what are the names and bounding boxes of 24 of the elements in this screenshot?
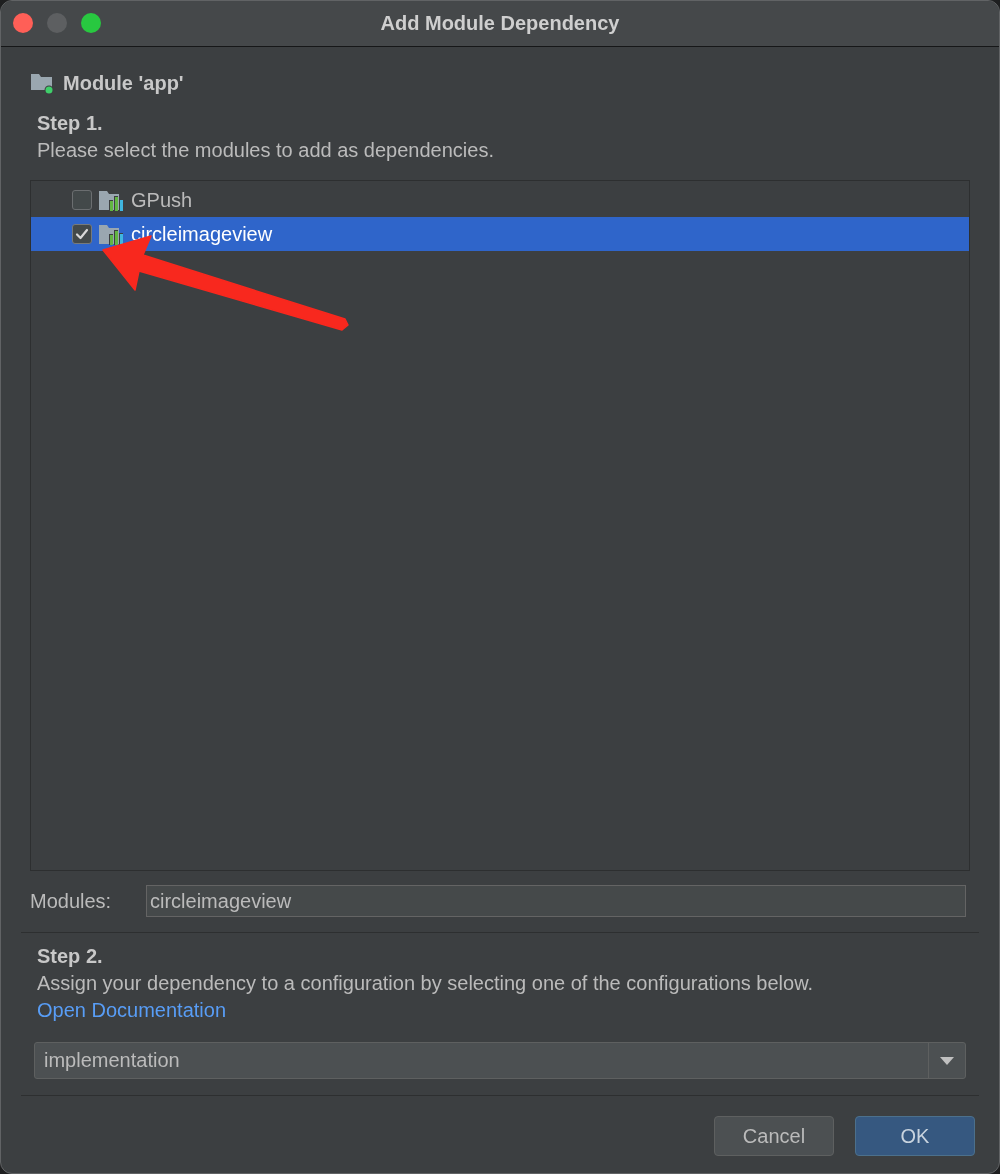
step-description: Please select the modules to add as dependencies. <box>37 138 495 163</box>
caret-down-icon <box>940 1056 954 1065</box>
folder-status-icon <box>30 71 54 95</box>
folder-chart-icon <box>99 188 125 212</box>
module-row[interactable]: GPush <box>31 183 969 217</box>
module-name: GPush <box>131 188 193 212</box>
module-label: Module 'app' <box>63 71 184 95</box>
window-control-icon[interactable] <box>81 13 101 33</box>
configuration-dropdown[interactable]: implementation <box>34 1042 966 1079</box>
modules-label: Modules: <box>30 889 113 913</box>
ok-button[interactable]: OK <box>855 1116 975 1156</box>
folder-chart-icon <box>99 222 125 246</box>
step-heading: Step 1. <box>37 111 104 136</box>
close-icon[interactable] <box>13 13 33 33</box>
module-row[interactable]: circleimageview <box>31 217 969 251</box>
step-description: Assign your dependency to a configuration by selecting one of the configurations below. <box>37 971 815 996</box>
cancel-button[interactable]: Cancel <box>714 1116 834 1156</box>
window-title: Add Module Dependency <box>380 12 620 35</box>
checkbox[interactable] <box>72 224 92 244</box>
module-name: circleimageview <box>131 222 273 246</box>
checkbox[interactable] <box>72 190 92 210</box>
documentation-link[interactable]: Open Documentation <box>37 999 226 1021</box>
step-heading: Step 2. <box>37 944 104 969</box>
modules-field[interactable]: circleimageview <box>146 885 966 917</box>
